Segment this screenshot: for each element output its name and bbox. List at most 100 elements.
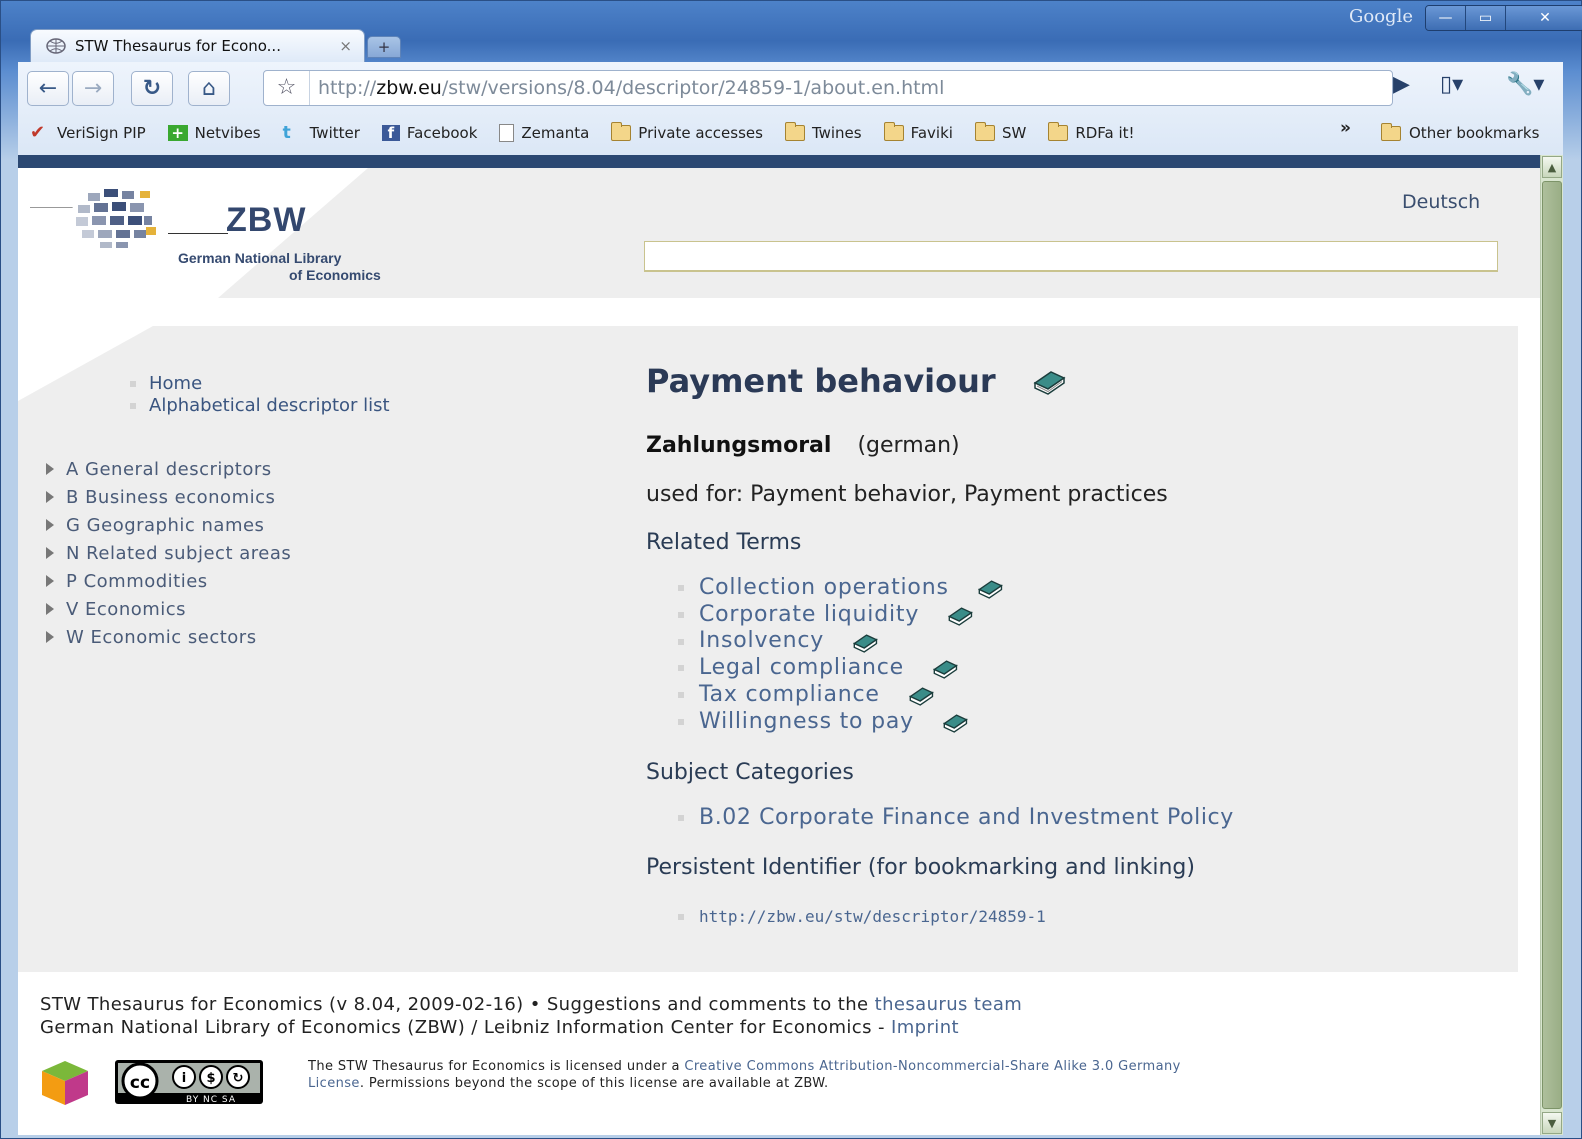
go-arrow-icon[interactable]: ▶ — [1393, 72, 1410, 97]
language-link-deutsch[interactable]: Deutsch — [1402, 191, 1480, 213]
category-item[interactable]: P Commodities — [46, 567, 291, 595]
bookmarks-overflow-button[interactable]: » — [1340, 118, 1351, 138]
address-bar[interactable]: ☆ http://zbw.eu/stw/versions/8.04/descri… — [263, 70, 1393, 106]
expand-arrow-icon[interactable] — [46, 463, 54, 475]
list-item[interactable]: Legal compliance — [678, 655, 1003, 682]
bookmark-facebook[interactable]: f Facebook — [381, 124, 477, 142]
expand-arrow-icon[interactable] — [46, 603, 54, 615]
bookmark-zemanta[interactable]: Zemanta — [499, 124, 589, 142]
nav-item-alphabetical[interactable]: Alphabetical descriptor list — [130, 395, 390, 417]
bookmark-netvibes[interactable]: + Netvibes — [167, 124, 261, 142]
other-bookmarks-button[interactable]: Other bookmarks — [1381, 120, 1539, 146]
category-item[interactable]: G Geographic names — [46, 511, 291, 539]
category-item[interactable]: W Economic sectors — [46, 623, 291, 651]
maximize-button[interactable]: ▭ — [1466, 6, 1506, 30]
category-item[interactable]: N Related subject areas — [46, 539, 291, 567]
reload-icon[interactable]: ↻ — [131, 71, 173, 106]
bookmarks-bar: ✔ VeriSign PIP + Netvibes t Twitter f Facebo… — [30, 120, 1157, 146]
svg-text:BY NC SA: BY NC SA — [186, 1095, 236, 1105]
book-icon[interactable] — [932, 657, 958, 680]
scroll-down-arrow-icon[interactable]: ▼ — [1542, 1112, 1562, 1134]
persistent-identifier-item[interactable]: http://zbw.eu/stw/descriptor/24859-1 — [678, 907, 1046, 926]
bookmark-twines[interactable]: Twines — [784, 122, 862, 142]
bullet-icon — [678, 718, 684, 725]
nav-item-home[interactable]: Home — [130, 373, 390, 395]
logo-rule — [168, 233, 228, 234]
home-icon[interactable]: ⌂ — [188, 71, 230, 106]
bookmark-twitter[interactable]: t Twitter — [283, 124, 360, 142]
bullet-icon — [678, 665, 684, 672]
book-icon[interactable] — [977, 577, 1003, 600]
scrollbar-thumb[interactable] — [1542, 181, 1562, 1109]
plus-icon: + — [167, 125, 188, 141]
thesaurus-team-link[interactable]: thesaurus team — [875, 994, 1023, 1015]
subject-category-item[interactable]: B.02 Corporate Finance and Investment Po… — [678, 805, 1234, 830]
zbw-logo-subtitle: German National Library of Economics — [178, 250, 381, 283]
bookmark-verisign[interactable]: ✔ VeriSign PIP — [30, 122, 146, 143]
expand-arrow-icon[interactable] — [46, 491, 54, 503]
bullet-icon — [678, 913, 684, 920]
header-panel — [218, 168, 1540, 298]
checkmark-icon: ✔ — [30, 122, 46, 143]
bookmark-sw[interactable]: SW — [974, 122, 1026, 142]
expand-arrow-icon[interactable] — [46, 519, 54, 531]
forward-arrow-icon[interactable]: → — [72, 71, 114, 106]
list-item[interactable]: Tax compliance — [678, 682, 1003, 709]
page-menu-icon[interactable]: ▯▾ — [1440, 72, 1463, 97]
main-nav: Home Alphabetical descriptor list — [130, 373, 390, 417]
book-icon[interactable] — [1032, 367, 1066, 395]
imprint-link[interactable]: Imprint — [891, 1017, 959, 1038]
back-arrow-icon[interactable]: ← — [27, 71, 69, 106]
persistent-identifier-heading: Persistent Identifier (for bookmarking a… — [646, 855, 1195, 880]
facebook-icon: f — [381, 125, 400, 142]
bookmark-private-accesses[interactable]: Private accesses — [611, 122, 763, 142]
expand-arrow-icon[interactable] — [46, 575, 54, 587]
book-icon[interactable] — [947, 604, 973, 626]
category-tree: A General descriptors B Business economi… — [46, 455, 291, 651]
tab-title: STW Thesaurus for Econo... — [75, 37, 281, 55]
minimize-button[interactable]: — — [1426, 6, 1466, 30]
list-item[interactable]: Corporate liquidity — [678, 602, 1003, 629]
preferred-label-german: Zahlungsmoral (german) — [646, 433, 960, 458]
folder-icon — [974, 122, 995, 141]
globe-favicon-icon — [46, 38, 66, 54]
category-item[interactable]: A General descriptors — [46, 455, 291, 483]
bullet-icon — [678, 585, 684, 592]
bookmark-rdfa[interactable]: RDFa it! — [1048, 122, 1135, 142]
descriptor-title: Payment behaviour — [646, 362, 1066, 400]
license-link[interactable]: License — [308, 1076, 360, 1091]
category-item[interactable]: B Business economics — [46, 483, 291, 511]
list-item[interactable]: Collection operations — [678, 575, 1003, 602]
creative-commons-badge-icon[interactable]: cc i $ ↻ BY NC SA — [114, 1059, 264, 1105]
star-icon[interactable]: ☆ — [264, 71, 310, 105]
svg-text:↻: ↻ — [233, 1071, 244, 1086]
bookmark-faviki[interactable]: Faviki — [883, 122, 953, 142]
footer: STW Thesaurus for Economics (v 8.04, 200… — [40, 994, 1023, 1038]
window-controls: — ▭ ✕ — [1425, 5, 1582, 31]
wrench-icon[interactable]: 🔧▾ — [1506, 72, 1544, 97]
book-icon[interactable] — [852, 631, 878, 653]
browser-tab[interactable]: STW Thesaurus for Econo... × — [30, 29, 365, 62]
book-icon[interactable] — [908, 684, 934, 706]
twitter-icon: t — [282, 123, 291, 143]
cc-license-link[interactable]: Creative Commons Attribution-Noncommerci… — [684, 1059, 1180, 1074]
bullet-icon — [678, 638, 684, 645]
book-icon[interactable] — [942, 711, 968, 733]
close-window-button[interactable]: ✕ — [1506, 6, 1582, 30]
vertical-scrollbar[interactable]: ▲ ▼ — [1540, 155, 1563, 1135]
cube-logo-icon[interactable] — [38, 1057, 92, 1107]
new-tab-button[interactable]: + — [367, 36, 401, 58]
expand-arrow-icon[interactable] — [46, 547, 54, 559]
expand-arrow-icon[interactable] — [46, 631, 54, 643]
search-input[interactable] — [644, 241, 1498, 272]
zbw-globe-logo-icon[interactable] — [68, 183, 160, 255]
list-item[interactable]: Willingness to pay — [678, 709, 1003, 736]
scroll-up-arrow-icon[interactable]: ▲ — [1542, 156, 1562, 178]
category-item[interactable]: V Economics — [46, 595, 291, 623]
bullet-icon — [678, 692, 684, 699]
page-icon — [499, 124, 515, 142]
bullet-icon — [678, 814, 684, 821]
tab-close-icon[interactable]: × — [339, 37, 352, 55]
svg-text:cc: cc — [130, 1073, 150, 1093]
list-item[interactable]: Insolvency — [678, 628, 1003, 655]
